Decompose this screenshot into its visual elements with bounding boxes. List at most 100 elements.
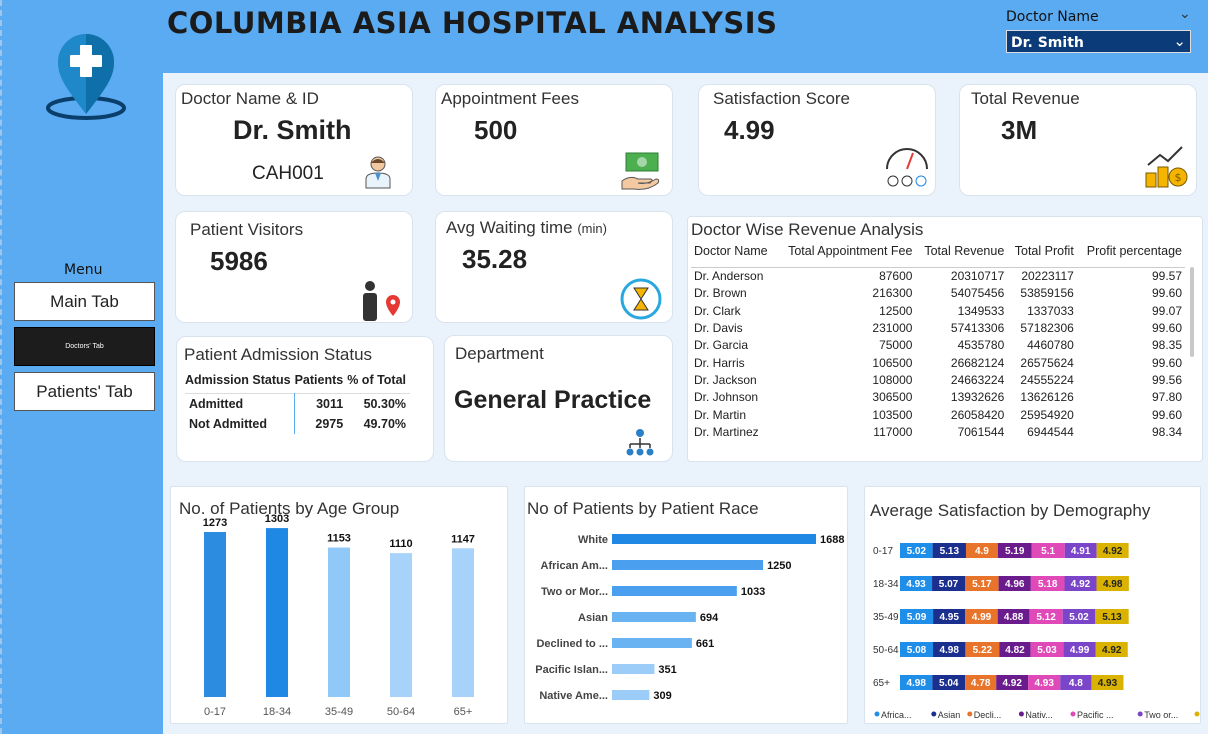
table-cell: Dr. Martinez	[694, 424, 759, 439]
table-row[interactable]: Dr. Johnson 306500 13932626 13626126 97.80	[691, 389, 1185, 406]
column-header[interactable]: Total Revenue	[915, 244, 1008, 268]
main-tab-button[interactable]: Main Tab	[14, 282, 155, 321]
legend-label[interactable]: Nativ...	[1025, 710, 1052, 720]
legend-label[interactable]: Africa...	[881, 710, 912, 720]
table-cell: 13932626	[950, 390, 1005, 405]
table-row[interactable]: Dr. Martinez 117000 7061544 6944544 98.34	[691, 423, 1185, 440]
table-row[interactable]: Dr. Clark 12500 1349533 1337033 99.07	[691, 302, 1185, 319]
org-chart-icon	[626, 429, 654, 456]
table-cell: 50.30%	[363, 397, 407, 411]
doctor-card: Doctor Name & ID Dr. Smith CAH001	[175, 84, 413, 196]
bar[interactable]	[612, 534, 816, 544]
data-label: 5.1	[1041, 546, 1055, 557]
data-label: 5.18	[1038, 579, 1058, 590]
data-label: 5.17	[972, 579, 992, 590]
table-cell: Dr. Jackson	[694, 372, 757, 387]
tick-label: 50-64	[873, 645, 899, 656]
table-cell: 87600	[879, 269, 913, 284]
table-cell: 1337033	[1027, 303, 1074, 318]
column-header[interactable]: Profit percentage	[1076, 244, 1185, 268]
doctor-filter-dropdown[interactable]: Dr. Smith ⌄	[1006, 30, 1191, 53]
patients-tab-button[interactable]: Patients' Tab	[14, 372, 155, 411]
column-header[interactable]: Patients	[295, 373, 348, 394]
legend-marker	[1137, 711, 1143, 717]
table-cell: 75000	[879, 338, 913, 353]
fees-value: 500	[474, 115, 518, 145]
page-title: COLUMBIA ASIA HOSPITAL ANALYSIS	[167, 6, 778, 40]
column-header[interactable]: Doctor Name	[691, 244, 777, 268]
table-scrollbar[interactable]	[1190, 267, 1194, 357]
table-row[interactable]: Dr. Davis 231000 57413306 57182306 99.60	[691, 319, 1185, 336]
table-row[interactable]: Dr. Martin 103500 26058420 25954920 99.60	[691, 406, 1185, 423]
doctor-filter-value: Dr. Smith	[1011, 35, 1084, 51]
table-row[interactable]: Dr. Jackson 108000 24663224 24555224 99.56	[691, 371, 1185, 388]
data-label: 351	[658, 664, 676, 676]
data-label: 4.82	[1005, 645, 1025, 656]
table-cell: 106500	[872, 355, 913, 370]
column-header[interactable]: Total Appointment Fee	[776, 244, 916, 268]
doctors-tab-button[interactable]: Doctors' Tab	[14, 327, 155, 366]
table-row[interactable]: Dr. Brown 216300 54075456 53859156 99.60	[691, 285, 1185, 302]
tick-label: 18-34	[873, 579, 899, 590]
bar[interactable]	[612, 612, 696, 622]
tick-label: Declined to ...	[536, 638, 608, 650]
doctor-name: Dr. Smith	[233, 115, 352, 145]
table-cell: 4460780	[1027, 338, 1074, 353]
chevron-down-icon: ⌄	[1173, 32, 1186, 50]
bar[interactable]	[612, 690, 650, 700]
age-group-chart: 1273 0-17 1303 18-34 1153 35-49 1110 50-64 1147 6…	[203, 513, 475, 718]
column-header[interactable]: Total Profit	[1007, 244, 1077, 268]
legend-label[interactable]: Pacific ...	[1077, 710, 1114, 720]
bar[interactable]	[204, 531, 226, 697]
table-cell: 216300	[872, 286, 913, 301]
data-label: 5.09	[907, 612, 927, 623]
bar[interactable]	[612, 638, 692, 648]
table-cell: 49.70%	[363, 417, 407, 431]
column-header[interactable]: % of Total	[347, 373, 410, 394]
waiting-card: Avg Waiting time (min) 35.28	[435, 211, 673, 323]
svg-text:$: $	[1175, 171, 1182, 184]
visitors-card: Patient Visitors 5986	[175, 211, 413, 323]
menu-label: Menu	[64, 262, 103, 278]
tick-label: 65+	[454, 706, 473, 718]
table-cell: 99.57	[1151, 269, 1182, 284]
data-label: 4.98	[939, 645, 959, 656]
tick-label: White	[578, 534, 608, 546]
legend-marker	[967, 711, 973, 717]
bar[interactable]	[452, 548, 474, 697]
doctor-id: CAH001	[252, 163, 324, 184]
data-label: 4.98	[906, 678, 926, 689]
table-cell: 231000	[872, 321, 913, 336]
table-cell: Dr. Garcia	[694, 338, 749, 353]
legend-label[interactable]: Two or...	[1144, 710, 1178, 720]
table-cell: Dr. Davis	[694, 321, 743, 336]
demography-chart-card: Average Satisfaction by Demography 0-17 5…	[864, 486, 1201, 724]
bar[interactable]	[612, 586, 737, 596]
table-row[interactable]: Dr. Anderson 87600 20310717 20223117 99.57	[691, 268, 1185, 285]
data-label: 4.93	[1034, 678, 1054, 689]
data-label: 4.99	[1070, 645, 1090, 656]
data-label: 4.98	[1103, 579, 1123, 590]
table-row[interactable]: Dr. Garcia 75000 4535780 4460780 98.35	[691, 337, 1185, 354]
bar[interactable]	[266, 528, 288, 697]
table-cell: 54075456	[950, 286, 1005, 301]
column-header[interactable]: Admission Status	[185, 373, 295, 394]
data-label: 4.96	[1005, 579, 1025, 590]
bar[interactable]	[390, 553, 412, 697]
table-cell: 6944544	[1027, 424, 1074, 439]
chevron-down-icon[interactable]: ⌄	[1179, 6, 1191, 22]
legend-marker	[1070, 711, 1076, 717]
data-label: 4.99	[972, 612, 992, 623]
visitors-value: 5986	[210, 246, 268, 276]
data-label: 5.02	[907, 546, 927, 557]
data-label: 4.92	[1002, 678, 1022, 689]
bar[interactable]	[612, 560, 764, 570]
bar[interactable]	[328, 547, 350, 697]
table-row[interactable]: Dr. Harris 106500 26682124 26575624 99.60	[691, 354, 1185, 371]
data-label: 4.8	[1069, 678, 1083, 689]
bar[interactable]	[612, 664, 655, 674]
legend-label[interactable]: Asian	[938, 710, 961, 720]
legend-label[interactable]: Decli...	[974, 710, 1002, 720]
fees-card: Appointment Fees 500	[435, 84, 673, 196]
data-label: 5.08	[907, 645, 927, 656]
